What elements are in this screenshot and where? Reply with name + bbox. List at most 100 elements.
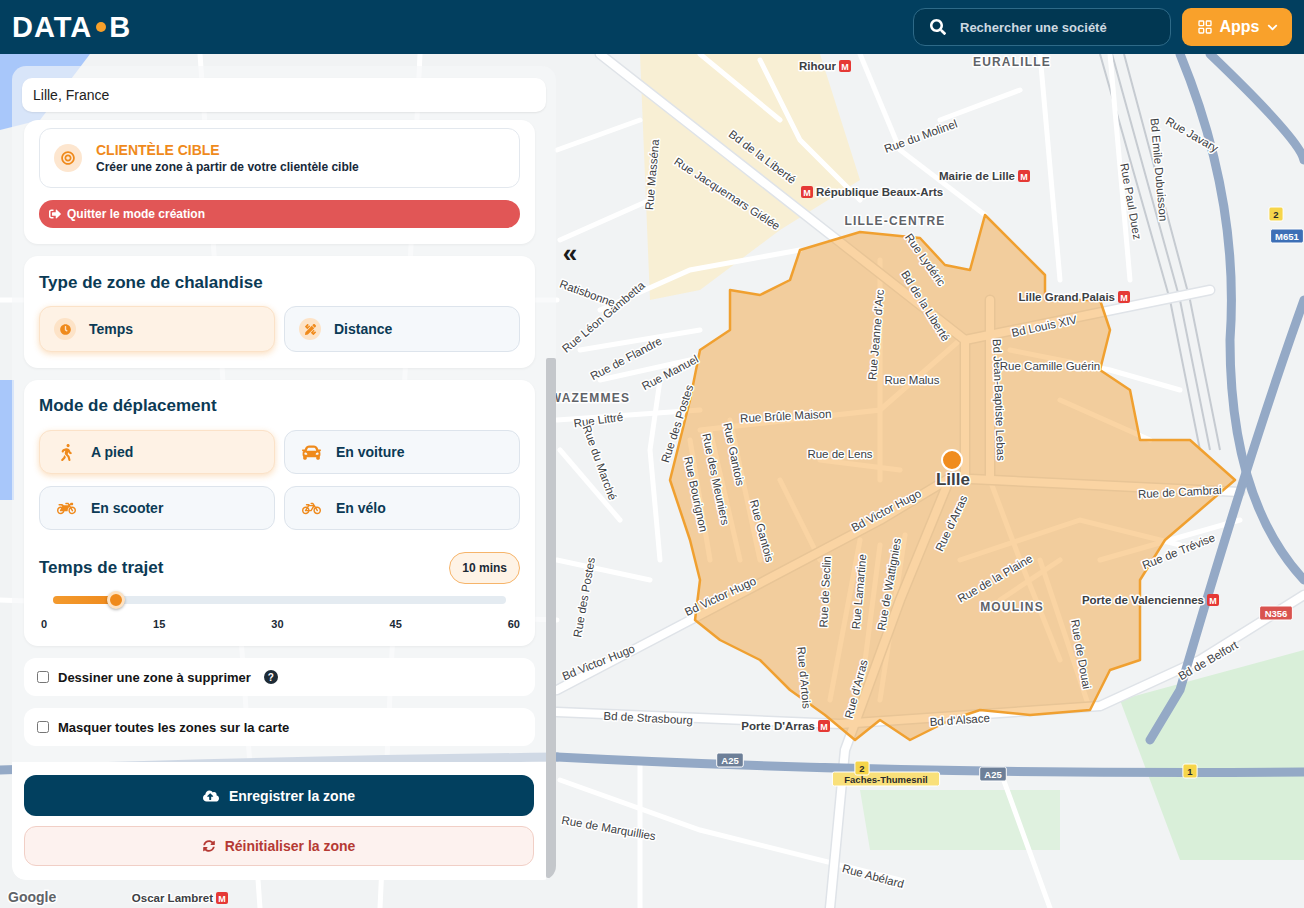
checkbox-row[interactable]: Dessiner une zone à supprimer?	[24, 658, 535, 696]
travel-time-row: Temps de trajet10 mins	[39, 552, 520, 584]
road-shield: 2	[1269, 207, 1283, 221]
travel-mode-option[interactable]: En vélo	[284, 486, 520, 530]
pin-label: Lille	[936, 470, 970, 489]
travel-time-slider[interactable]	[39, 590, 520, 610]
apps-label: Apps	[1220, 18, 1260, 36]
street-label: Rue Paul Duez	[1118, 162, 1143, 241]
save-label: Enregistrer la zone	[229, 788, 355, 804]
road-shield-text: M651	[1275, 231, 1299, 242]
clock-icon	[60, 324, 71, 335]
street-label: Rue Littré	[573, 411, 624, 430]
location-field-wrap	[12, 66, 546, 118]
road-shield: 2	[855, 761, 869, 775]
district-label: MOULINS	[980, 600, 1044, 614]
road-shield-text: A25	[984, 769, 1002, 780]
station-label[interactable]: Porte D'ArrasM	[741, 720, 830, 732]
street-label: Bd de Strasbourg	[603, 710, 693, 727]
catchment-zone[interactable]	[670, 215, 1235, 740]
zone-type-option[interactable]: Distance	[284, 306, 520, 352]
street-label: Rue de Cambrai	[1138, 484, 1222, 500]
street-label: Bd Victor Hugo	[560, 642, 636, 682]
street	[700, 54, 780, 120]
checkbox-label: Dessiner une zone à supprimer	[58, 670, 251, 685]
zone-type-title: Type de zone de chalandise	[39, 273, 520, 293]
zone-type-option[interactable]: Temps	[39, 306, 275, 352]
car-icon	[302, 443, 321, 462]
option-icon-wrap	[299, 318, 321, 340]
pin-icon	[942, 450, 962, 470]
street-label: Bd de la Liberté	[727, 128, 799, 186]
slider-tick: 45	[390, 618, 402, 630]
company-search[interactable]	[913, 8, 1171, 46]
help-icon[interactable]: ?	[264, 670, 278, 684]
street-label: Rue Malus	[885, 374, 940, 386]
cloud-upload-icon	[203, 788, 219, 804]
reset-button[interactable]: Réinitialiser la zone	[24, 826, 534, 866]
quit-button[interactable]: Quitter le mode création	[39, 200, 520, 228]
street-label: Rue d'Artois	[795, 646, 812, 709]
travel-mode-option[interactable]: En scooter	[39, 486, 275, 530]
checkbox[interactable]	[37, 671, 49, 683]
street-label: Rue d'Arras	[933, 493, 969, 553]
street-label: Rue de Trévise	[1140, 531, 1216, 571]
station-label[interactable]: Lille Grand PalaisM	[1018, 291, 1130, 303]
street	[650, 380, 660, 560]
collapse-button[interactable]: «	[558, 240, 582, 266]
station-label[interactable]: Oscar LambretM	[132, 892, 228, 904]
zone-type-card: Type de zone de chalandise TempsDistance	[24, 256, 535, 368]
station-label[interactable]: Porte de ValenciennesM	[1082, 594, 1219, 606]
option-icon-wrap	[299, 441, 323, 463]
slider-thumb[interactable]	[107, 591, 125, 609]
station-name: Oscar Lambret	[132, 892, 213, 904]
checkbox-label: Masquer toutes les zones sur la carte	[58, 720, 289, 735]
quit-label: Quitter le mode création	[67, 207, 205, 221]
travel-mode-option[interactable]: A pied	[39, 430, 275, 474]
station-label[interactable]: RihourM	[799, 60, 851, 72]
target-title: CLIENTÈLE CIBLE	[96, 142, 359, 158]
street-label: Bd Emile Dubuisson	[1148, 118, 1169, 222]
station-label[interactable]: République Beaux-ArtsM	[801, 186, 943, 198]
slider-tick: 60	[508, 618, 520, 630]
street	[557, 560, 650, 580]
scooter-icon	[57, 499, 76, 518]
option-icon-wrap	[54, 497, 78, 519]
checkbox[interactable]	[37, 721, 49, 733]
street-label: Rue Gantois	[748, 499, 776, 564]
street-label: Rue Jacquemars Giélée	[672, 155, 782, 232]
metro-icon-letter: M	[803, 188, 811, 198]
road-shield-text: 2	[859, 763, 864, 774]
location-field[interactable]	[22, 78, 546, 112]
save-button[interactable]: Enregistrer la zone	[24, 775, 534, 816]
logo[interactable]: DATAB	[12, 11, 131, 44]
street-label: Rue de Marquillies	[561, 814, 657, 842]
panel-content: CLIENTÈLE CIBLECréer une zone à partir d…	[12, 118, 546, 762]
station-name: Porte D'Arras	[741, 720, 815, 732]
street-label: Bd Louis XIV	[1010, 313, 1078, 339]
header-actions: Apps	[913, 8, 1292, 46]
target-client-card[interactable]: CLIENTÈLE CIBLECréer une zone à partir d…	[39, 128, 520, 188]
scrollbar-thumb[interactable]	[546, 358, 556, 878]
metro-icon-letter: M	[1020, 172, 1028, 182]
bicycle-icon	[302, 499, 321, 518]
ruler-icon	[305, 324, 316, 335]
station-label[interactable]: Mairie de LilleM	[939, 170, 1030, 182]
metro-icon	[1207, 594, 1219, 606]
company-search-input[interactable]	[958, 19, 1156, 36]
travel-mode-title: Mode de déplacement	[39, 396, 520, 416]
street-label: Rue de Douai	[1069, 619, 1093, 690]
road-shield: M651	[1271, 229, 1304, 243]
road-shield: Faches-Thumesnil	[832, 772, 939, 786]
panel-main: CLIENTÈLE CIBLECréer une zone à partir d…	[12, 66, 546, 880]
search-icon	[930, 19, 946, 35]
road-shield: A25	[980, 767, 1007, 781]
travel-mode-option[interactable]: En voiture	[284, 430, 520, 474]
slider-track[interactable]	[53, 596, 506, 604]
location-pin[interactable]: Lille	[936, 450, 970, 489]
street	[1040, 54, 1060, 280]
street-label: Rue Gantois	[721, 422, 746, 487]
logo-left: DATA	[12, 11, 92, 44]
metro-icon-letter: M	[841, 62, 849, 72]
checkbox-row[interactable]: Masquer toutes les zones sur la carte	[24, 708, 535, 746]
apps-button[interactable]: Apps	[1182, 8, 1292, 46]
target-icon-wrap	[54, 144, 82, 172]
